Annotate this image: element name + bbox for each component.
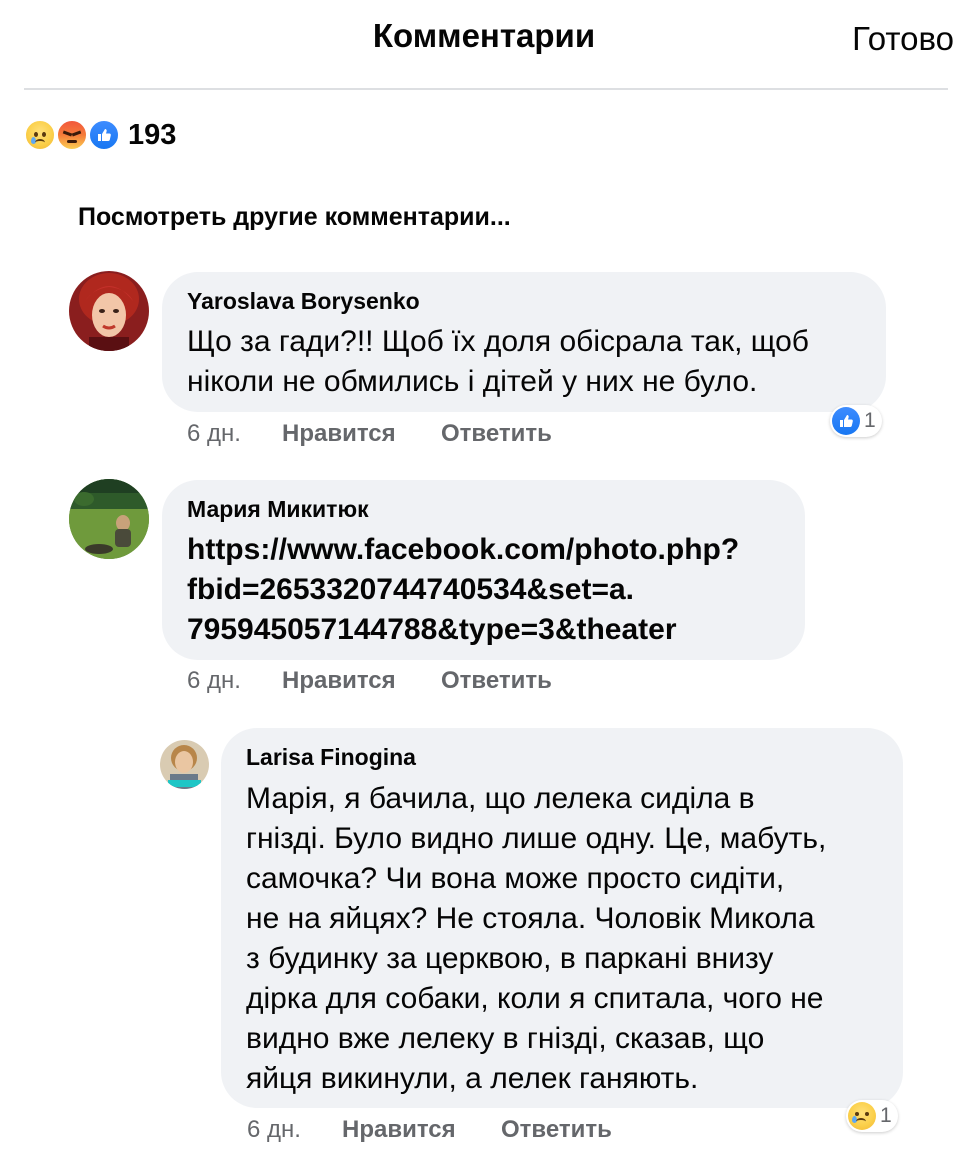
reaction-icons — [24, 117, 124, 153]
comment-text: Марія, я бачила, що лелека сиділа в гніз… — [246, 782, 827, 1095]
avatar[interactable] — [69, 479, 149, 559]
avatar[interactable] — [160, 740, 209, 789]
avatar[interactable] — [69, 271, 149, 351]
reactions-summary[interactable]: 193 — [24, 117, 176, 153]
comment-time: 6 дн. — [187, 420, 241, 447]
like-reaction-icon — [88, 119, 120, 151]
reactions-count: 193 — [128, 118, 177, 151]
like-button[interactable]: Нравится — [342, 1116, 501, 1144]
header-bar: Комментарии Готово — [0, 0, 968, 88]
reply-button[interactable]: Ответить — [441, 420, 552, 448]
comment-reaction-badge[interactable]: 1 — [830, 405, 882, 437]
like-reaction-icon — [832, 407, 860, 435]
reaction-count: 1 — [880, 1104, 892, 1127]
comment-reaction-badge[interactable]: 1 — [846, 1100, 898, 1132]
comment-author[interactable]: Yaroslava Borysenko — [187, 288, 420, 315]
see-more-comments-link[interactable]: Посмотреть другие комментарии... — [78, 203, 511, 232]
reply-button[interactable]: Ответить — [441, 667, 552, 695]
comment-author[interactable]: Larisa Finogina — [246, 744, 416, 771]
comment-text: Що за гади?!! Щоб їх доля обісрала так, … — [187, 325, 809, 398]
comment-bubble: Larisa Finogina Марія, я бачила, що леле… — [221, 728, 903, 1108]
comment-meta: 6 дн. Нравится Ответить — [187, 667, 552, 695]
like-button[interactable]: Нравится — [282, 667, 441, 695]
sad-reaction-icon — [24, 119, 56, 151]
comment-link[interactable]: https://www.facebook.com/photo.php? fbid… — [187, 530, 739, 650]
angry-reaction-icon — [56, 119, 88, 151]
like-button[interactable]: Нравится — [282, 420, 441, 448]
done-button[interactable]: Готово — [852, 20, 954, 58]
comment-bubble: Мария Микитюк https://www.facebook.com/p… — [162, 480, 805, 660]
comment-time: 6 дн. — [247, 1116, 301, 1143]
comment-author[interactable]: Мария Микитюк — [187, 496, 369, 523]
reply-button[interactable]: Ответить — [501, 1116, 612, 1144]
page-title: Комментарии — [372, 17, 596, 54]
header-divider — [24, 88, 948, 90]
comment-meta: 6 дн. Нравится Ответить — [187, 420, 552, 448]
sad-reaction-icon — [848, 1102, 876, 1130]
comment-meta: 6 дн. Нравится Ответить — [247, 1116, 612, 1144]
reaction-count: 1 — [864, 409, 876, 432]
comment-bubble: Yaroslava Borysenko Що за гади?!! Щоб їх… — [162, 272, 886, 412]
comment-time: 6 дн. — [187, 667, 241, 694]
